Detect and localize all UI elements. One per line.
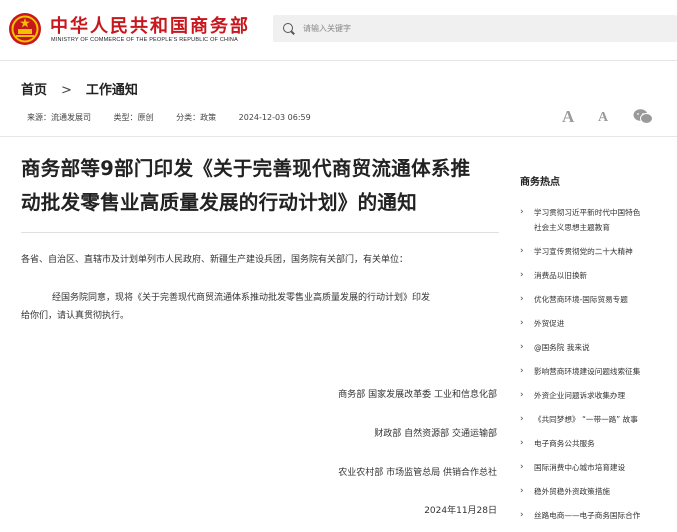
chevron-right-icon: › xyxy=(520,268,524,283)
chevron-right-icon: › xyxy=(520,340,524,355)
sidebar-item[interactable]: ›《共同梦想》 “一带一路” 故事 xyxy=(520,412,677,427)
breadcrumb: 首页 > 工作通知 xyxy=(21,79,138,98)
chevron-right-icon: › xyxy=(520,508,524,523)
chevron-right-icon: › xyxy=(520,316,524,331)
article-meta: 来源：流通发展司 类型：原创 分类：政策 2024-12-03 06:59 xyxy=(27,112,331,123)
sidebar-item-continued[interactable]: 社会主义思想主题教育 xyxy=(520,220,677,235)
sidebar-item[interactable]: ›国际消费中心城市培育建设 xyxy=(520,460,677,475)
sidebar-item[interactable]: ›丝路电商——电子商务国际合作 xyxy=(520,508,677,523)
sidebar-title: 商务热点 xyxy=(520,173,560,188)
search-box[interactable] xyxy=(273,15,677,42)
header-divider xyxy=(0,60,677,61)
sidebar-list: ›学习贯彻习近平新时代中国特色 社会主义思想主题教育 ›学习宣传贯彻党的二十大精… xyxy=(520,205,677,532)
article-body: 经国务院同意，现将《关于完善现代商贸流通体系推动批发零售业高质量发展的行动计划》… xyxy=(21,289,501,325)
site-header: 中华人民共和国商务部 MINISTRY OF COMMERCE OF THE P… xyxy=(0,0,677,60)
sidebar-item[interactable]: ›优化营商环境-国际贸易专题 xyxy=(520,292,677,307)
meta-type: 类型：原创 xyxy=(114,113,154,122)
wechat-icon[interactable] xyxy=(633,108,653,125)
article-date: 2024年11月28日 xyxy=(424,503,497,516)
signer-line: 商务部 国家发展改革委 工业和信息化部 xyxy=(338,387,497,400)
search-icon[interactable] xyxy=(283,23,293,33)
search-input[interactable] xyxy=(303,19,663,37)
chevron-right-icon: › xyxy=(520,244,524,259)
chevron-right-icon: › xyxy=(520,292,524,307)
meta-category: 分类：政策 xyxy=(176,113,216,122)
title-divider xyxy=(21,232,499,233)
chevron-right-icon: › xyxy=(520,484,524,499)
meta-divider xyxy=(0,136,677,137)
site-name-cn[interactable]: 中华人民共和国商务部 xyxy=(50,12,250,38)
chevron-right-icon: > xyxy=(61,83,72,98)
font-size-small-button[interactable]: A xyxy=(598,110,608,126)
meta-source: 来源：流通发展司 xyxy=(27,113,91,122)
chevron-right-icon: › xyxy=(520,205,524,220)
signer-line: 财政部 自然资源部 交通运输部 xyxy=(374,426,497,439)
chevron-right-icon: › xyxy=(520,364,524,379)
sidebar-item[interactable]: ›稳外贸稳外资政策措施 xyxy=(520,484,677,499)
sidebar-item[interactable]: ›学习贯彻习近平新时代中国特色 xyxy=(520,205,677,220)
sidebar-item[interactable]: ›消费品以旧换新 xyxy=(520,268,677,283)
sidebar-item[interactable]: ›@国务院 我来说 xyxy=(520,340,677,355)
breadcrumb-section[interactable]: 工作通知 xyxy=(86,83,138,98)
sidebar-item[interactable]: ›外资企业问题诉求收集办理 xyxy=(520,388,677,403)
site-name-en: MINISTRY OF COMMERCE OF THE PEOPLE'S REP… xyxy=(51,37,238,43)
chevron-right-icon: › xyxy=(520,388,524,403)
national-emblem-icon[interactable] xyxy=(8,12,42,46)
sidebar-item[interactable]: ›影响营商环境建设问题线索征集 xyxy=(520,364,677,379)
sidebar-item[interactable]: ›学习宣传贯彻党的二十大精神 xyxy=(520,244,677,259)
sidebar-item[interactable]: ›电子商务公共服务 xyxy=(520,436,677,451)
chevron-right-icon: › xyxy=(520,436,524,451)
font-size-large-button[interactable]: A xyxy=(562,107,574,127)
chevron-right-icon: › xyxy=(520,460,524,475)
signer-line: 农业农村部 市场监管总局 供销合作总社 xyxy=(338,465,497,478)
meta-datetime: 2024-12-03 06:59 xyxy=(239,113,311,122)
sidebar-item[interactable]: ›外贸促进 xyxy=(520,316,677,331)
chevron-right-icon: › xyxy=(520,412,524,427)
article-salutation: 各省、自治区、直辖市及计划单列市人民政府、新疆生产建设兵团，国务院有关部门，有关… xyxy=(21,251,408,269)
breadcrumb-home[interactable]: 首页 xyxy=(21,83,47,98)
article-title: 商务部等9部门印发《关于完善现代商贸流通体系推 动批发零售业高质量发展的行动计划… xyxy=(21,152,501,220)
